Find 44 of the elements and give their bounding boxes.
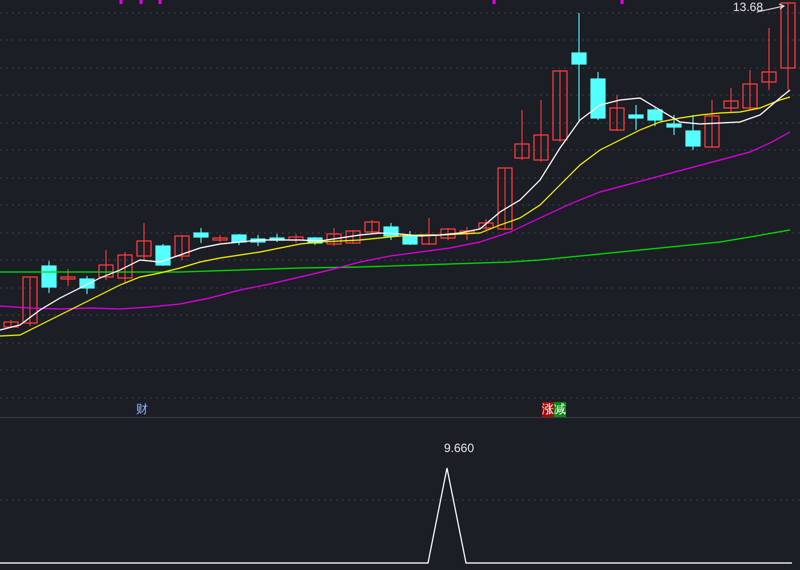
candlestick [60, 268, 76, 286]
candlestick [666, 114, 682, 136]
peak-value-label: 9.660 [444, 442, 474, 454]
indicator-tag: 减 [554, 402, 566, 417]
candlestick [345, 230, 361, 244]
candlestick [269, 234, 285, 242]
candlestick [41, 260, 57, 294]
candlestick [307, 236, 323, 246]
candlestick [704, 100, 720, 148]
candlestick [288, 234, 304, 244]
candlestick [533, 100, 549, 162]
candlestick [761, 28, 777, 90]
candlestick [402, 230, 418, 246]
high-price-label: 13.68 [733, 1, 764, 13]
candlestick [364, 220, 380, 234]
candlestick [193, 228, 209, 244]
candlestick [421, 218, 437, 246]
candlestick [383, 222, 399, 240]
candlestick [459, 226, 475, 240]
candlestick [514, 110, 530, 160]
candlestick [609, 94, 625, 132]
candlestick [742, 70, 758, 110]
candlestick [497, 167, 513, 230]
indicator-tag: 涨 [542, 402, 554, 417]
candlestick [174, 234, 190, 260]
candlestick [98, 250, 114, 280]
candlestick [3, 320, 19, 328]
candlestick [117, 252, 133, 284]
candlestick [440, 228, 456, 240]
candlestick [212, 234, 228, 242]
candlestick [723, 88, 739, 112]
indicator-tag: 财 [136, 402, 148, 417]
candlestick [326, 228, 342, 246]
candlestick [155, 244, 171, 266]
candlestick [647, 108, 663, 126]
candlestick [250, 234, 266, 246]
candlestick [231, 234, 247, 246]
candlestick [590, 72, 606, 120]
candlestick [478, 218, 494, 230]
candlestick [628, 104, 644, 130]
candlestick [22, 276, 38, 326]
candlestick [79, 276, 95, 294]
candlestick [685, 114, 701, 150]
candlestick [136, 222, 152, 262]
